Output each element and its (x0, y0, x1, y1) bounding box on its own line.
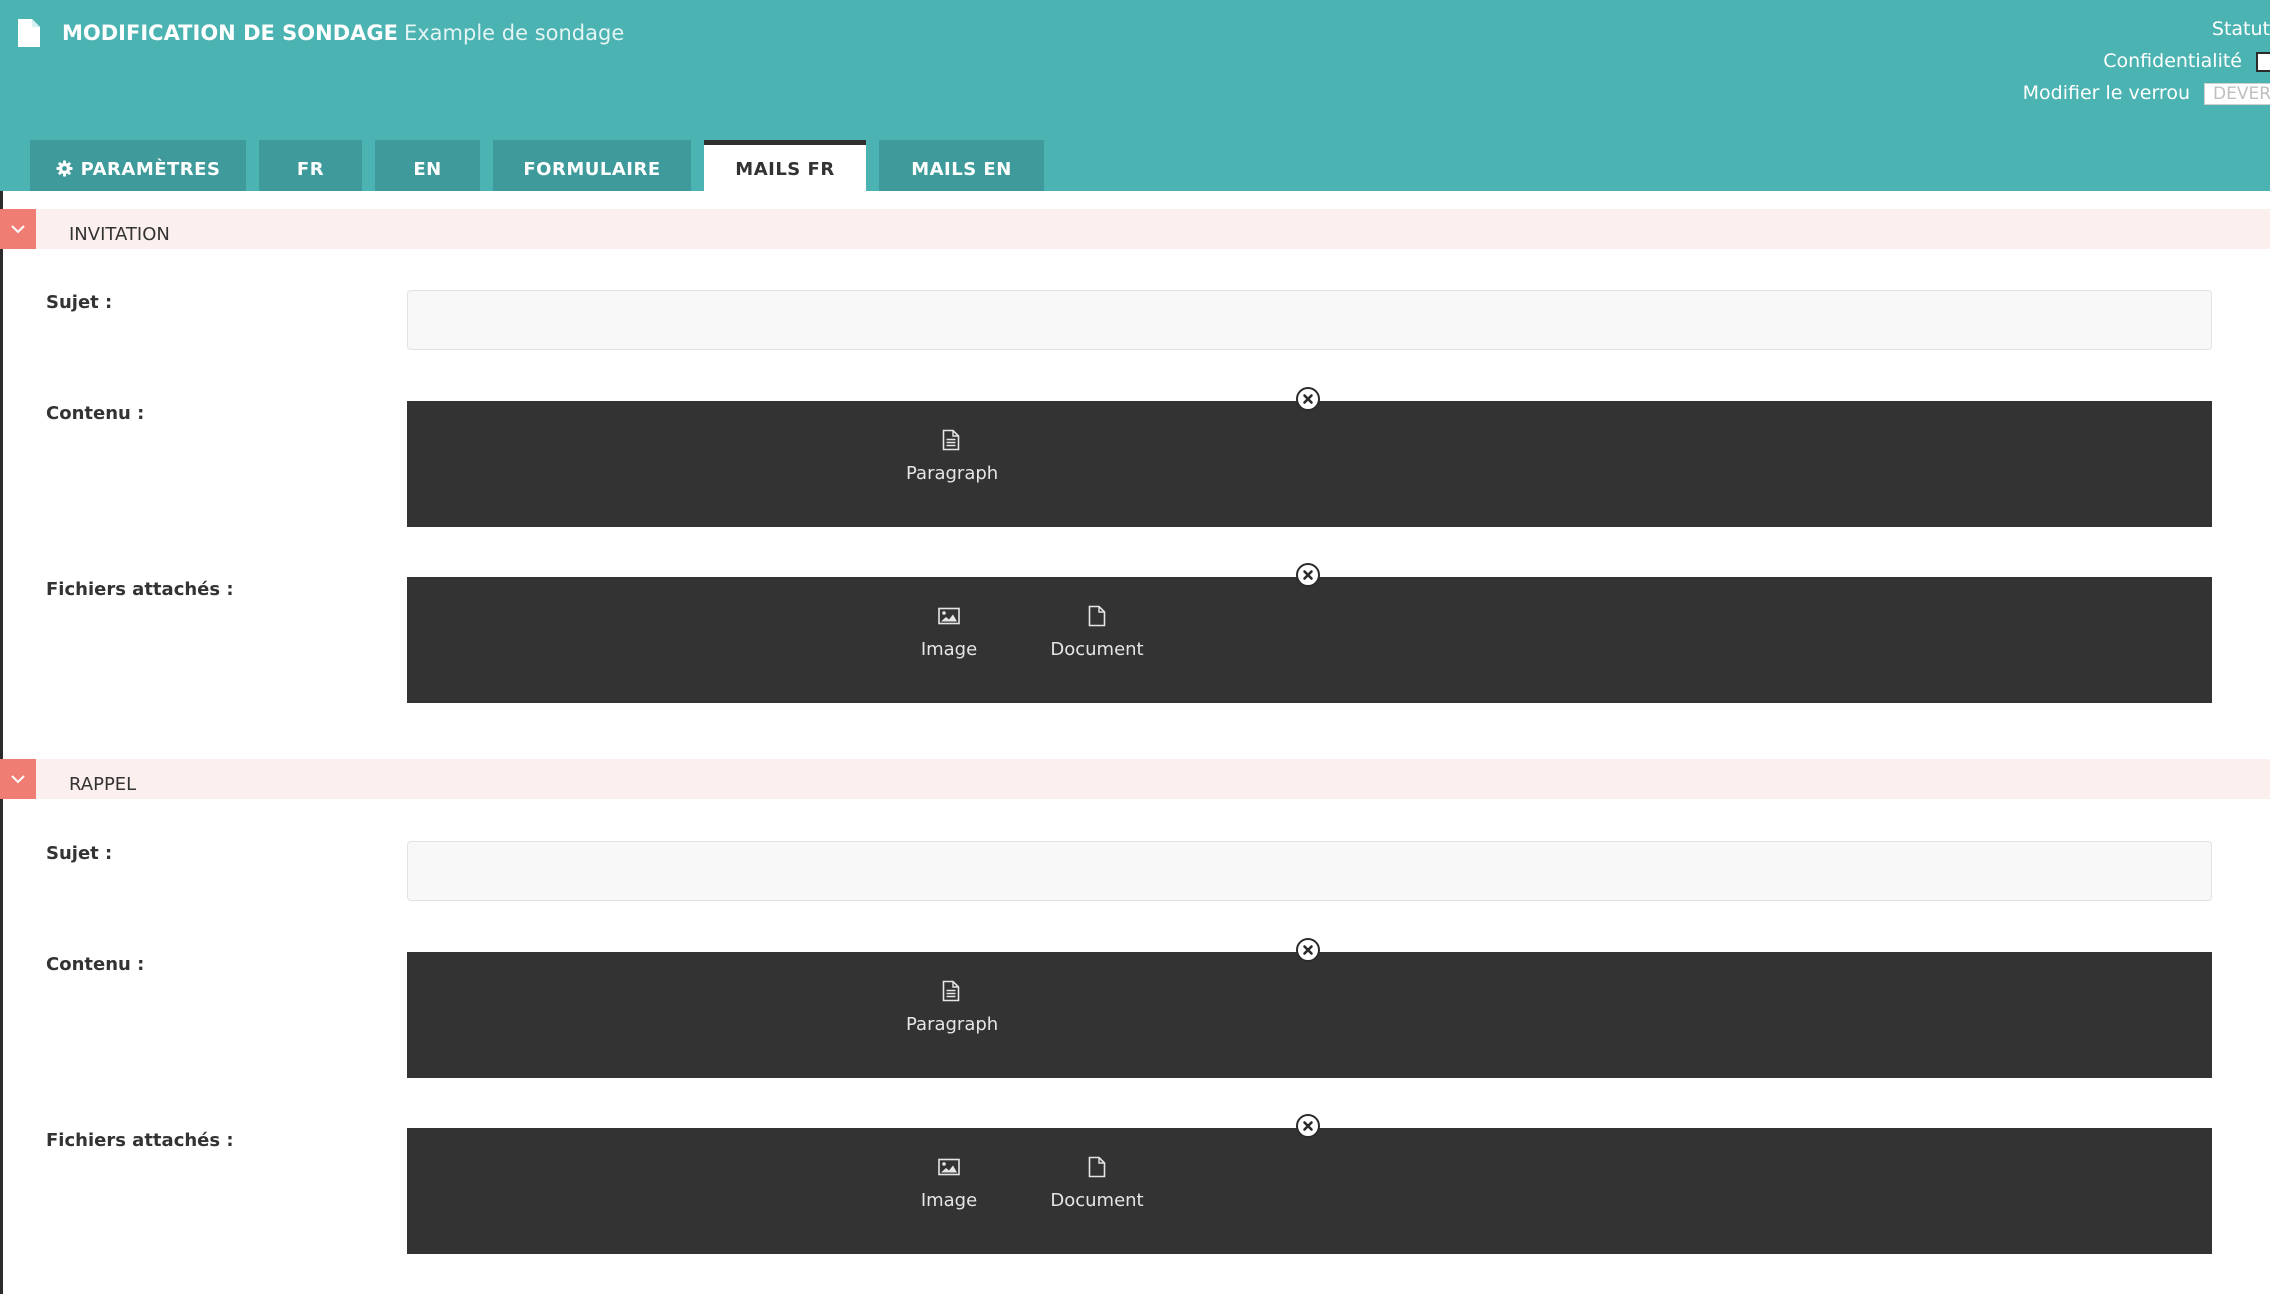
close-icon (1303, 570, 1313, 580)
image-tool-label: Image (920, 1190, 978, 1211)
tab-parametres-label: PARAMÈTRES (80, 159, 221, 180)
document-tool-label: Document (1050, 639, 1144, 660)
collapse-toggle[interactable] (0, 759, 36, 799)
gear-icon (55, 160, 73, 177)
content-editor[interactable]: Paragraph (407, 952, 2212, 1078)
image-tool-label: Image (920, 639, 978, 660)
paragraph-tool[interactable]: Paragraph (906, 978, 999, 1035)
page-title-subtitle: Example de sondage (403, 21, 625, 45)
header-controls: Statut Confidentialité Modifier le verro… (1750, 14, 2270, 110)
image-tool[interactable]: Image (911, 603, 987, 660)
subject-input[interactable] (407, 290, 2212, 350)
chevron-down-icon (11, 775, 25, 784)
attachments-label: Fichiers attachés : (46, 1130, 234, 1151)
document-tool-label: Document (1050, 1190, 1144, 1211)
confidentiality-row: Confidentialité (1750, 46, 2270, 78)
page-title: MODIFICATION DE SONDAGE Example de sondag… (62, 18, 624, 48)
document-tool[interactable]: Document (1047, 603, 1147, 660)
attachments-label: Fichiers attachés : (46, 579, 234, 600)
close-icon (1303, 945, 1313, 955)
confidentiality-checkbox[interactable] (2256, 51, 2270, 72)
remove-attachments-button[interactable] (1296, 1114, 1320, 1138)
tab-mails-fr[interactable]: MAILS FR (704, 140, 866, 191)
attachments-editor[interactable]: Image Document (407, 577, 2212, 703)
subject-label: Sujet : (46, 843, 113, 864)
attachments-editor[interactable]: Image Document (407, 1128, 2212, 1254)
subject-label: Sujet : (46, 292, 113, 313)
page-header: MODIFICATION DE SONDAGE Example de sondag… (0, 0, 2270, 191)
paragraph-tool[interactable]: Paragraph (906, 427, 999, 484)
tab-mails-en[interactable]: MAILS EN (879, 140, 1044, 191)
image-tool[interactable]: Image (911, 1154, 987, 1211)
subject-input[interactable] (407, 841, 2212, 901)
image-icon (938, 607, 960, 625)
section-title: INVITATION (69, 224, 170, 245)
window-left-edge (0, 0, 3, 1294)
paragraph-icon (942, 429, 960, 451)
lock-row: Modifier le verrou DEVER (1750, 78, 2270, 110)
status-row: Statut (1750, 14, 2270, 46)
confidentiality-label: Confidentialité (2103, 50, 2242, 72)
remove-content-button[interactable] (1296, 938, 1320, 962)
tab-en[interactable]: EN (375, 140, 480, 191)
document-tool[interactable]: Document (1047, 1154, 1147, 1211)
document-icon (1088, 605, 1106, 627)
image-icon (938, 1158, 960, 1176)
unlock-button[interactable]: DEVER (2204, 82, 2270, 105)
paragraph-tool-label: Paragraph (906, 1014, 999, 1035)
tab-fr-label: FR (296, 159, 325, 180)
section-header-rappel[interactable]: RAPPEL (0, 759, 2270, 799)
paragraph-icon (942, 980, 960, 1002)
content-label: Contenu : (46, 954, 145, 975)
content-label: Contenu : (46, 403, 145, 424)
tab-mails-fr-label: MAILS FR (735, 159, 835, 180)
page-title-main: MODIFICATION DE SONDAGE (62, 21, 398, 45)
chevron-down-icon (11, 225, 25, 234)
document-icon (18, 19, 40, 47)
tab-formulaire[interactable]: FORMULAIRE (493, 140, 691, 191)
close-icon (1303, 394, 1313, 404)
tab-parametres[interactable]: PARAMÈTRES (30, 140, 246, 191)
remove-attachments-button[interactable] (1296, 563, 1320, 587)
status-label: Statut (2211, 18, 2270, 40)
lock-label: Modifier le verrou (2022, 82, 2190, 104)
close-icon (1303, 1121, 1313, 1131)
document-icon (1088, 1156, 1106, 1178)
tab-formulaire-label: FORMULAIRE (523, 159, 661, 180)
remove-content-button[interactable] (1296, 387, 1320, 411)
paragraph-tool-label: Paragraph (906, 463, 999, 484)
section-title: RAPPEL (69, 774, 137, 795)
section-header-invitation[interactable]: INVITATION (0, 209, 2270, 249)
content-editor[interactable]: Paragraph (407, 401, 2212, 527)
tab-mails-en-label: MAILS EN (911, 159, 1012, 180)
tab-fr[interactable]: FR (259, 140, 362, 191)
collapse-toggle[interactable] (0, 209, 36, 249)
tab-en-label: EN (413, 159, 442, 180)
